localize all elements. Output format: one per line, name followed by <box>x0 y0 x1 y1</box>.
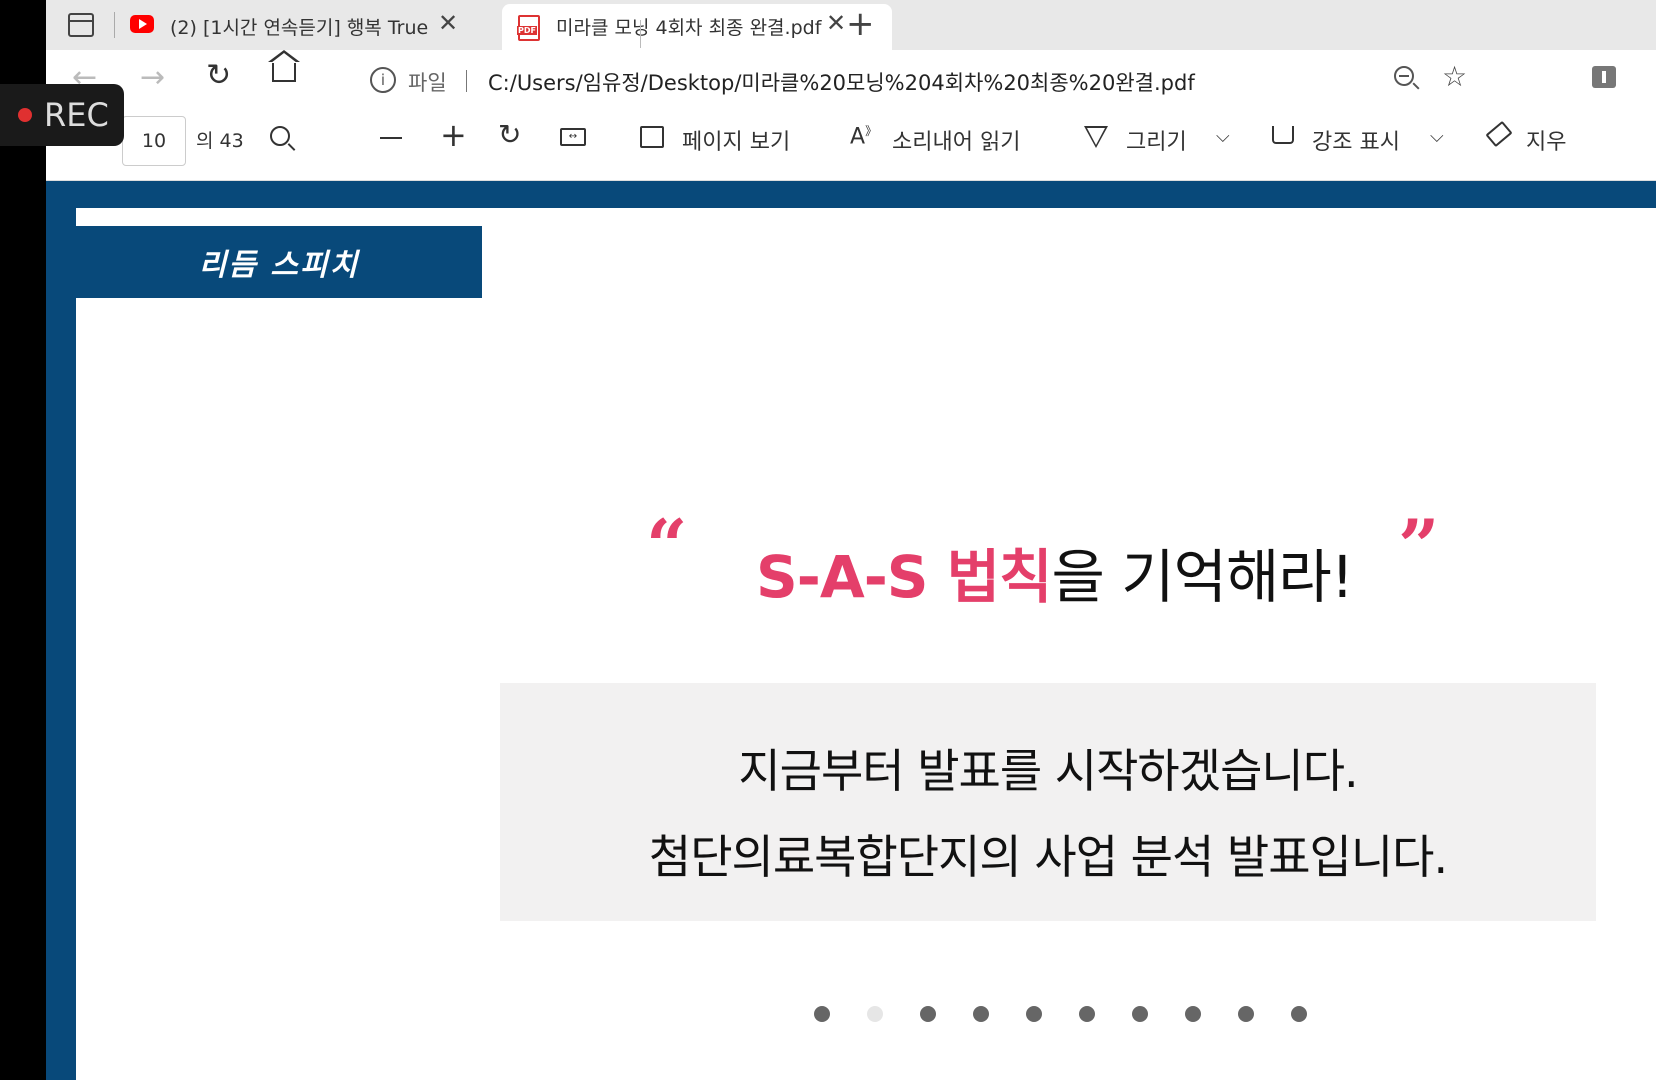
page-total-label: 의 43 <box>196 130 244 152</box>
pager-dot[interactable] <box>920 1006 936 1022</box>
tab-title: (2) [1시간 연속듣기] 행복 True Jo <box>170 17 432 39</box>
pager-dot[interactable] <box>867 1006 883 1022</box>
example-sentence-1: 지금부터 발표를 시작하겠습니다. <box>738 744 1358 798</box>
zoom-in-button[interactable]: + <box>440 116 467 154</box>
page-number-input[interactable] <box>122 116 186 166</box>
pdf-icon: PDF <box>517 15 540 41</box>
pager-dot[interactable] <box>1291 1006 1307 1022</box>
browser-window: (2) [1시간 연속듣기] 행복 True Jo ✕ PDF 미라클 모닝 4… <box>46 0 1656 1080</box>
toolbar-separator <box>640 20 641 48</box>
rotate-icon[interactable]: ↻ <box>498 118 521 151</box>
slide-topic-box: 리듬 스피치 <box>76 226 482 298</box>
scheme-label: 파일 <box>408 71 447 95</box>
refresh-icon[interactable]: ↻ <box>206 58 231 93</box>
close-quote-icon: ” <box>1398 503 1440 588</box>
example-sentence-2: 첨단의료복합단지의 사업 분석 발표입니다. <box>648 830 1448 884</box>
favorite-add-icon[interactable]: ☆ <box>1442 60 1467 93</box>
youtube-icon <box>130 15 154 33</box>
tab-divider <box>114 12 115 38</box>
pdf-page <box>76 208 1656 1080</box>
eraser-icon[interactable] <box>1485 120 1513 148</box>
recording-badge: REC <box>0 84 124 146</box>
new-tab-icon[interactable]: + <box>846 4 875 44</box>
zoom-out-button[interactable] <box>380 137 402 139</box>
pager-dot[interactable] <box>814 1006 830 1022</box>
address-divider <box>466 70 467 92</box>
highlight-icon[interactable] <box>1272 126 1294 144</box>
fit-width-icon[interactable]: ↔ <box>560 128 586 146</box>
tab-title: 미라클 모닝 4회차 최종 완결.pdf <box>556 17 822 39</box>
address-bar[interactable]: i 파일 C:/Users/임유정/Desktop/미라클%20모닝%204회차… <box>346 56 1596 104</box>
slide-headline: S-A-S 법칙을 기억해라! <box>756 530 1354 614</box>
tab-pdf[interactable]: PDF 미라클 모닝 4회차 최종 완결.pdf ✕ <box>502 4 892 50</box>
erase-label[interactable]: 지우 <box>1526 124 1566 156</box>
zoom-out-icon[interactable] <box>1394 66 1420 90</box>
pager-dot[interactable] <box>1185 1006 1201 1022</box>
pager-dot[interactable] <box>1132 1006 1148 1022</box>
pager-dot[interactable] <box>1238 1006 1254 1022</box>
search-icon[interactable] <box>270 126 296 151</box>
forward-icon[interactable]: → <box>140 60 165 95</box>
pager-dot[interactable] <box>1026 1006 1042 1022</box>
pdf-toolbar: 의 43 + ↻ ↔ 페이지 보기 A》 소리내어 읽기 그리기 ⌵ 강조 표시… <box>46 112 1656 181</box>
recording-label: REC <box>44 96 109 134</box>
pager-dot[interactable] <box>1079 1006 1095 1022</box>
close-icon[interactable]: ✕ <box>826 9 846 37</box>
url-text[interactable]: C:/Users/임유정/Desktop/미라클%20모닝%204회차%20최종… <box>488 67 1195 97</box>
open-quote-icon: “ <box>646 503 688 588</box>
extension-icon[interactable] <box>1592 66 1616 88</box>
highlight-label[interactable]: 강조 표시 <box>1312 124 1400 156</box>
left-black-strip <box>0 0 46 1080</box>
record-dot-icon <box>18 108 32 122</box>
tab-youtube[interactable]: (2) [1시간 연속듣기] 행복 True Jo ✕ <box>126 0 546 50</box>
chevron-down-icon[interactable]: ⌵ <box>1216 126 1230 147</box>
draw-icon-inner <box>1087 128 1105 145</box>
page-view-label[interactable]: 페이지 보기 <box>682 124 790 156</box>
headline-highlight: S-A-S 법칙 <box>756 543 1052 611</box>
info-icon[interactable]: i <box>370 67 396 93</box>
headline-rest: 을 기억해라! <box>1051 543 1354 611</box>
read-aloud-label[interactable]: 소리내어 읽기 <box>892 124 1020 156</box>
draw-label[interactable]: 그리기 <box>1126 124 1187 156</box>
page-view-icon[interactable] <box>640 126 664 148</box>
tab-actions-icon[interactable] <box>68 13 94 37</box>
read-aloud-icon[interactable]: A》 <box>850 122 877 149</box>
tab-bar: (2) [1시간 연속듣기] 행복 True Jo ✕ PDF 미라클 모닝 4… <box>46 0 1656 50</box>
chevron-down-icon[interactable]: ⌵ <box>1430 126 1444 147</box>
slide-topic: 리듬 스피치 <box>198 248 360 283</box>
example-sentence-box: 지금부터 발표를 시작하겠습니다. 첨단의료복합단지의 사업 분석 발표입니다. <box>500 683 1596 921</box>
home-icon[interactable] <box>268 50 300 82</box>
pager-dot[interactable] <box>973 1006 989 1022</box>
navigation-bar: ← → ↻ i 파일 C:/Users/임유정/Desktop/미라클%20모닝… <box>46 50 1656 112</box>
close-icon[interactable]: ✕ <box>438 9 458 37</box>
